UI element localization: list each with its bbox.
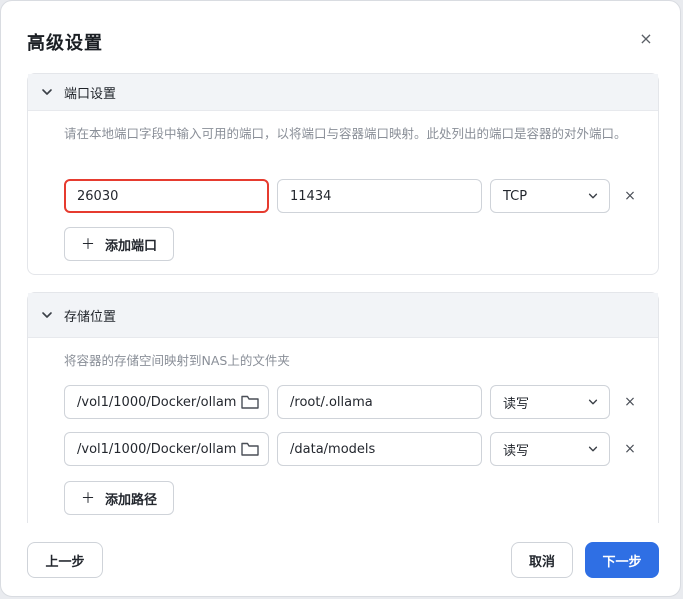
advanced-settings-dialog: 高级设置 × 端口设置 请在本地端口字段中输入可用的端口，以将端口与容器端口映射… (0, 0, 681, 597)
protocol-select-value: TCP (503, 188, 528, 204)
chevron-down-icon (588, 399, 598, 405)
port-settings-section: 端口设置 请在本地端口字段中输入可用的端口，以将端口与容器端口映射。此处列出的端… (27, 73, 659, 275)
host-path-value: /vol1/1000/Docker/ollam (77, 394, 237, 410)
remove-path-icon[interactable]: × (622, 441, 638, 457)
plus-icon: ＋ (81, 491, 95, 507)
add-path-button[interactable]: ＋ 添加路径 (64, 481, 175, 515)
folder-icon[interactable] (240, 440, 260, 458)
chevron-down-icon (588, 193, 598, 199)
close-icon[interactable]: × (636, 29, 656, 49)
chevron-down-icon (42, 312, 52, 318)
host-path-input[interactable]: /vol1/1000/Docker/ollam (64, 385, 269, 419)
mode-select-value: 读写 (503, 396, 530, 412)
settings-scroll-area[interactable]: 端口设置 请在本地端口字段中输入可用的端口，以将端口与容器端口映射。此处列出的端… (27, 73, 659, 523)
folder-icon[interactable] (240, 393, 260, 411)
mode-select[interactable]: 读写 (490, 385, 610, 419)
container-port-input[interactable]: 11434 (277, 179, 482, 213)
host-path-input[interactable]: /vol1/1000/Docker/ollam (64, 432, 269, 466)
add-port-label: 添加端口 (105, 238, 158, 254)
storage-header[interactable]: 存储位置 (28, 293, 658, 338)
container-path-input[interactable]: /data/models (277, 432, 482, 466)
storage-section: 存储位置 将容器的存储空间映射到NAS上的文件夹 /vol1/1000/Dock… (27, 292, 659, 523)
dialog-title: 高级设置 (27, 33, 103, 54)
container-path-input[interactable]: /root/.ollama (277, 385, 482, 419)
storage-title: 存储位置 (64, 309, 117, 325)
protocol-select[interactable]: TCP (490, 179, 610, 213)
chevron-down-icon (588, 446, 598, 452)
chevron-down-icon (42, 89, 52, 95)
local-port-input[interactable]: 26030 (64, 179, 269, 213)
port-settings-title: 端口设置 (64, 86, 117, 102)
plus-icon: ＋ (81, 237, 95, 253)
remove-port-icon[interactable]: × (622, 188, 638, 204)
add-path-label: 添加路径 (105, 492, 158, 508)
add-port-button[interactable]: ＋ 添加端口 (64, 227, 175, 261)
cancel-button[interactable]: 取消 (511, 542, 573, 578)
prev-step-button[interactable]: 上一步 (27, 542, 103, 578)
port-settings-header[interactable]: 端口设置 (28, 74, 658, 111)
port-settings-description: 请在本地端口字段中输入可用的端口，以将端口与容器端口映射。此处列出的端口是容器的… (64, 126, 627, 141)
storage-description: 将容器的存储空间映射到NAS上的文件夹 (64, 353, 290, 368)
remove-path-icon[interactable]: × (622, 394, 638, 410)
next-step-button[interactable]: 下一步 (585, 542, 659, 578)
host-path-value: /vol1/1000/Docker/ollam (77, 441, 237, 457)
mode-select[interactable]: 读写 (490, 432, 610, 466)
mode-select-value: 读写 (503, 443, 530, 459)
